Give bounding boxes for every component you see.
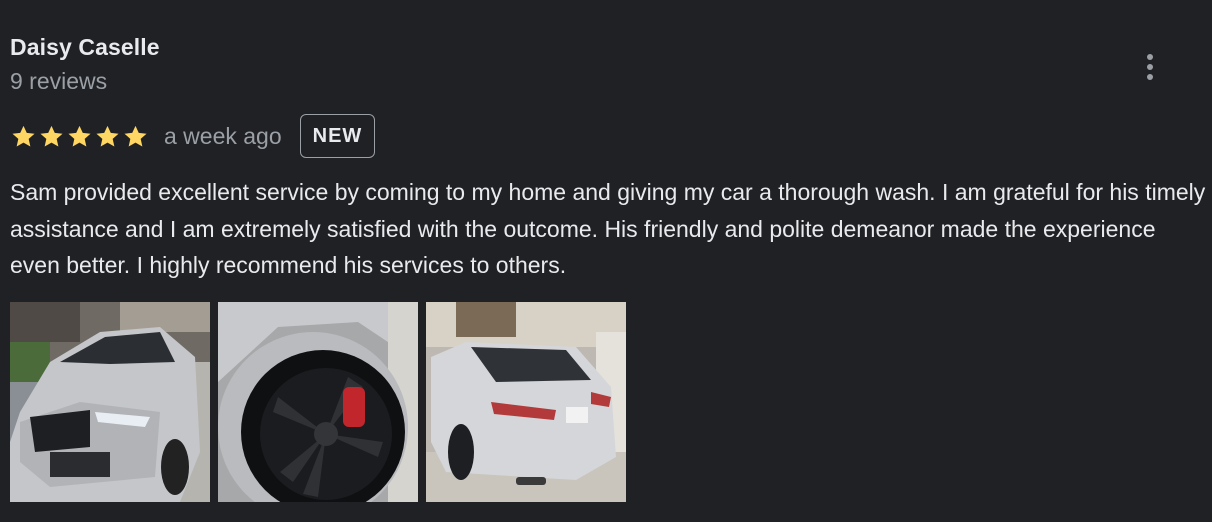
more-options-button[interactable] xyxy=(1136,50,1164,84)
star-icon xyxy=(96,125,119,147)
star-rating xyxy=(10,123,149,150)
review-timestamp: a week ago xyxy=(164,122,282,149)
author-review-count[interactable]: 9 reviews xyxy=(10,68,107,95)
more-vert-icon xyxy=(1147,54,1153,80)
new-badge: NEW xyxy=(299,114,376,158)
review-card: Daisy Caselle 9 reviews a week ago NEW S… xyxy=(0,0,1212,522)
star-icon xyxy=(68,125,91,147)
rating-row: a week ago NEW xyxy=(10,114,376,158)
author-name[interactable]: Daisy Caselle xyxy=(10,34,160,61)
star-icon xyxy=(12,125,35,147)
review-photos xyxy=(10,302,626,502)
star-icon xyxy=(40,125,63,147)
star-icon xyxy=(124,125,147,147)
car-rear-photo[interactable] xyxy=(426,302,626,502)
car-wheel-photo[interactable] xyxy=(218,302,418,502)
review-text: Sam provided excellent service by coming… xyxy=(10,179,1206,278)
car-front-photo[interactable] xyxy=(10,302,210,502)
